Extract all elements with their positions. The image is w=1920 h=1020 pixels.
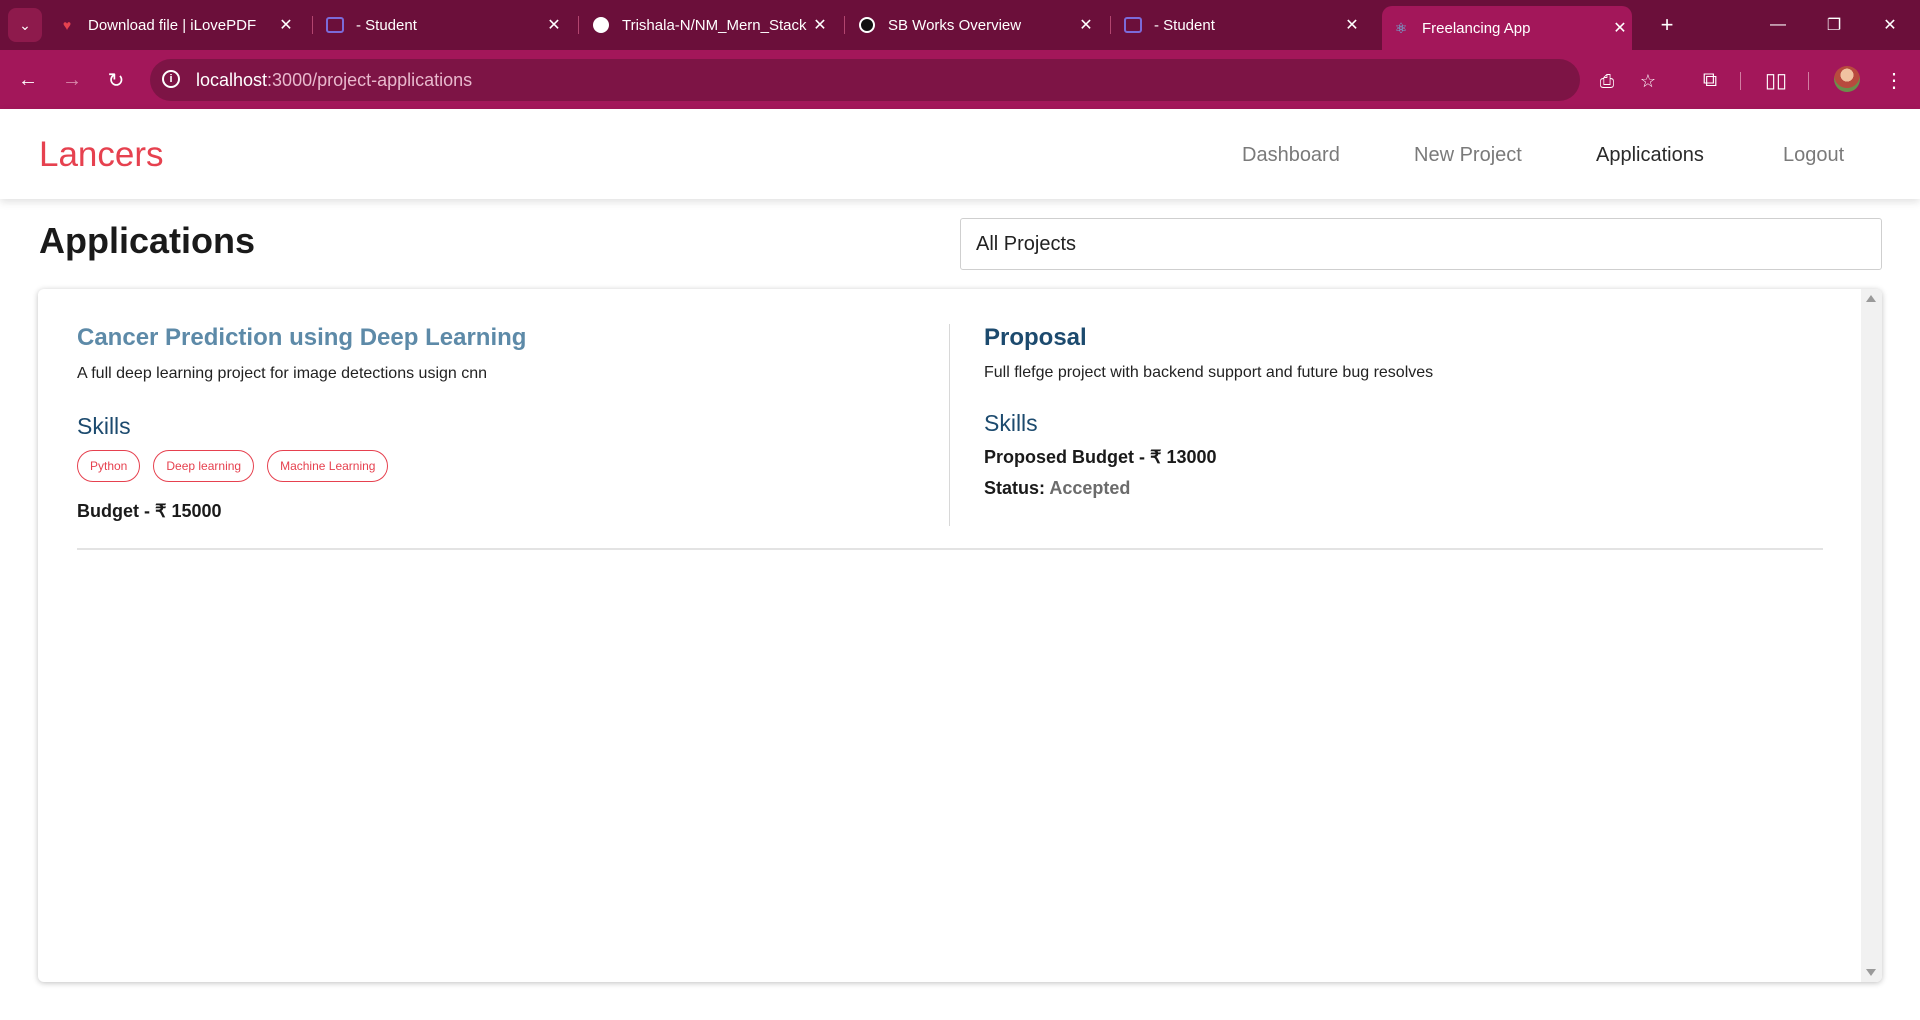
tab-title: - Student [1154, 16, 1215, 34]
project-description: A full deep learning project for image d… [77, 365, 488, 382]
proposal-skills-heading: Skills [984, 410, 1038, 436]
skills-heading: Skills [77, 413, 131, 439]
skill-chip: Machine Learning [267, 450, 389, 482]
application-card: Cancer Prediction using Deep Learning A … [38, 289, 1882, 982]
student-portal-icon [1124, 16, 1142, 34]
project-details: Cancer Prediction using Deep Learning A … [77, 324, 957, 522]
project-title[interactable]: Cancer Prediction using Deep Learning [77, 324, 957, 352]
proposal-description: Full flefge project with backend support… [984, 364, 1434, 381]
close-icon[interactable]: ✕ [1340, 15, 1364, 35]
brand-logo[interactable]: Lancers [39, 135, 164, 175]
tab-student-2[interactable]: - Student ✕ [1124, 6, 1364, 44]
reload-icon: ↻ [107, 69, 125, 92]
tab-title: Download file | iLovePDF [88, 16, 257, 34]
new-tab-button[interactable]: + [1652, 10, 1682, 40]
close-icon[interactable]: ✕ [542, 15, 566, 35]
arrow-left-icon: ← [18, 68, 38, 91]
nav-logout[interactable]: Logout [1783, 144, 1844, 167]
toolbar-separator [1808, 72, 1809, 90]
tab-title: - Student [356, 16, 417, 34]
skill-chip: Python [77, 450, 141, 482]
address-bar[interactable]: i localhost:3000/project-applications ⎙ … [150, 59, 1656, 101]
extensions-icon[interactable]: ⧉ [1694, 64, 1726, 96]
nav-dashboard[interactable]: Dashboard [1242, 144, 1340, 167]
browser-tabstrip: ⌄ ♥ Download file | iLovePDF ✕ - Student… [0, 0, 1920, 50]
tab-sb-works[interactable]: SB Works Overview ✕ [858, 6, 1098, 44]
ilovepdf-heart-icon: ♥ [62, 17, 72, 33]
tab-separator [578, 16, 579, 34]
minimize-button[interactable]: — [1750, 0, 1806, 50]
back-button[interactable]: ← [12, 64, 44, 96]
app-navbar: Lancers Dashboard New Project Applicatio… [0, 109, 1920, 199]
github-icon [592, 16, 610, 34]
tab-separator [844, 16, 845, 34]
project-budget: Budget - ₹ 15000 [77, 501, 222, 521]
proposed-budget: Proposed Budget - ₹ 13000 [984, 447, 1217, 467]
forward-button[interactable]: → [56, 64, 88, 96]
proposal-heading: Proposal [984, 324, 1087, 351]
tab-title: Freelancing App [1422, 19, 1531, 37]
close-window-button[interactable]: ✕ [1862, 0, 1918, 50]
application-status: Status: Accepted [984, 478, 1834, 499]
skill-chip: Deep learning [153, 450, 255, 482]
openai-icon [858, 16, 876, 34]
close-icon: ✕ [1883, 17, 1897, 34]
card-divider [77, 548, 1823, 550]
restore-button[interactable]: ❐ [1806, 0, 1862, 50]
reading-mode-icon[interactable]: ▯▯ [1760, 64, 1792, 96]
project-filter-select[interactable]: All Projects [960, 218, 1882, 270]
more-menu-icon[interactable]: ⋮ [1878, 64, 1910, 96]
url-host: localhost [196, 70, 268, 90]
tab-github[interactable]: Trishala-N/NM_Mern_Stack ✕ [592, 6, 832, 44]
column-divider [949, 324, 950, 526]
tab-search-button[interactable]: ⌄ [8, 8, 42, 42]
close-icon[interactable]: ✕ [274, 15, 298, 35]
url-path: :3000/project-applications [267, 70, 473, 90]
tab-separator [1110, 16, 1111, 34]
site-info-icon[interactable]: i [162, 70, 180, 88]
page-title: Applications [39, 220, 256, 261]
proposal-details: Proposal Full flefge project with backen… [984, 324, 1834, 499]
toolbar-separator [1740, 72, 1741, 90]
status-label: Status: [984, 478, 1046, 498]
card-scrollbar[interactable] [1861, 289, 1882, 982]
tab-student-1[interactable]: - Student ✕ [326, 6, 566, 44]
nav-new-project[interactable]: New Project [1414, 144, 1522, 167]
nav-applications[interactable]: Applications [1596, 144, 1704, 167]
student-portal-icon [326, 16, 344, 34]
plus-icon: + [1660, 12, 1674, 37]
scroll-up-icon[interactable] [1866, 295, 1876, 302]
restore-icon: ❐ [1826, 17, 1842, 34]
tab-separator [312, 16, 313, 34]
browser-toolbar: ← → ↻ i localhost:3000/project-applicati… [0, 50, 1920, 109]
react-icon: ⚛ [1394, 19, 1408, 36]
close-icon[interactable]: ✕ [1074, 15, 1098, 35]
close-icon[interactable]: ✕ [808, 15, 832, 35]
arrow-right-icon: → [62, 68, 82, 91]
scroll-down-icon[interactable] [1866, 969, 1876, 976]
status-badge: Accepted [1049, 478, 1131, 498]
tab-title: Trishala-N/NM_Mern_Stack [622, 16, 807, 34]
bookmark-star-icon[interactable]: ☆ [1635, 68, 1661, 94]
install-app-icon[interactable]: ⎙ [1594, 68, 1620, 94]
tab-ilovepdf[interactable]: ♥ Download file | iLovePDF ✕ [58, 6, 298, 44]
minimize-icon: — [1770, 16, 1786, 33]
profile-avatar[interactable] [1834, 66, 1860, 92]
chevron-down-icon: ⌄ [19, 16, 31, 33]
tab-freelancing-app[interactable]: ⚛ Freelancing App ✕ [1382, 6, 1632, 50]
close-icon[interactable]: ✕ [1608, 18, 1632, 38]
reload-button[interactable]: ↻ [100, 64, 132, 96]
tab-title: SB Works Overview [888, 16, 1022, 34]
skills-list: Python Deep learning Machine Learning [77, 450, 957, 482]
url-text[interactable]: localhost:3000/project-applications [196, 70, 472, 91]
